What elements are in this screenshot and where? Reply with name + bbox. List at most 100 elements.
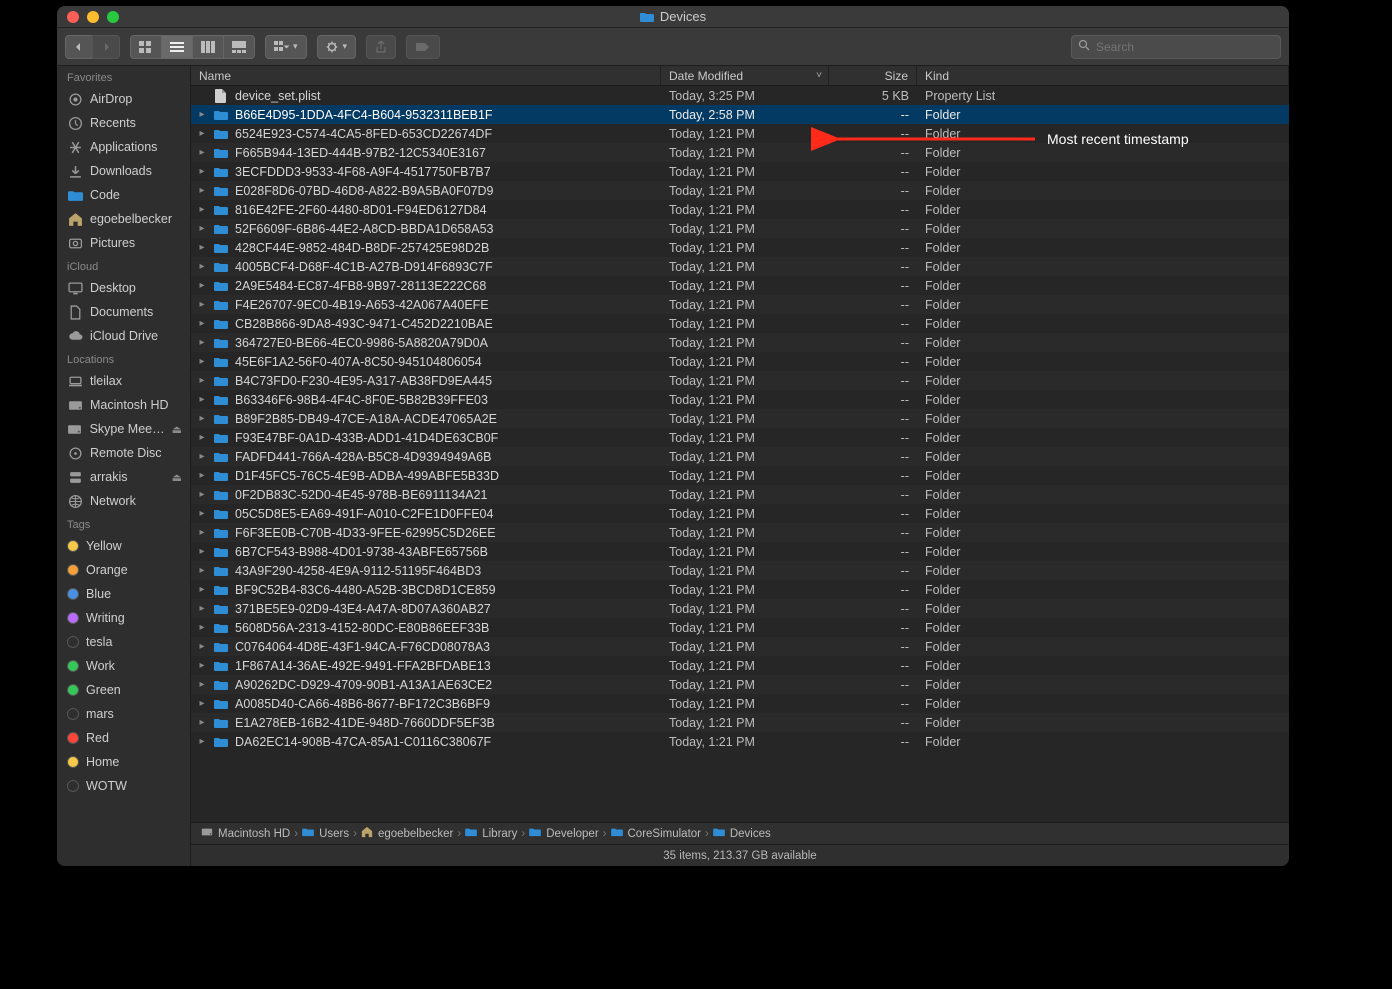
table-row[interactable]: ▸43A9F290-4258-4E9A-9112-51195F464BD3Tod…	[191, 561, 1289, 580]
sidebar-item[interactable]: AirDrop	[57, 87, 190, 111]
path-segment[interactable]: Library	[465, 827, 517, 840]
forward-button[interactable]	[92, 35, 120, 59]
sidebar-item[interactable]: Work	[57, 654, 190, 678]
col-kind[interactable]: Kind	[917, 66, 1289, 85]
table-row[interactable]: ▸6B7CF543-B988-4D01-9738-43ABFE65756BTod…	[191, 542, 1289, 561]
table-row[interactable]: ▸B66E4D95-1DDA-4FC4-B604-9532311BEB1FTod…	[191, 105, 1289, 124]
table-row[interactable]: ▸364727E0-BE66-4EC0-9986-5A8820A79D0ATod…	[191, 333, 1289, 352]
sidebar-item[interactable]: Recents	[57, 111, 190, 135]
search-field[interactable]	[1071, 35, 1281, 59]
sidebar-item[interactable]: Blue	[57, 582, 190, 606]
table-row[interactable]: ▸BF9C52B4-83C6-4480-A52B-3BCD8D1CE859Tod…	[191, 580, 1289, 599]
sidebar-item[interactable]: Network	[57, 489, 190, 513]
view-columns-button[interactable]	[192, 35, 223, 59]
path-segment[interactable]: egoebelbecker	[361, 826, 453, 841]
table-row[interactable]: ▸2A9E5484-EC87-4FB8-9B97-28113E222C68Tod…	[191, 276, 1289, 295]
sidebar-item[interactable]: arrakis⏏	[57, 465, 190, 489]
disclosure-triangle-icon[interactable]: ▸	[197, 736, 207, 747]
table-row[interactable]: ▸F4E26707-9EC0-4B19-A653-42A067A40EFETod…	[191, 295, 1289, 314]
table-row[interactable]: ▸DA62EC14-908B-47CA-85A1-C0116C38067FTod…	[191, 732, 1289, 751]
eject-icon[interactable]: ⏏	[172, 471, 182, 484]
disclosure-triangle-icon[interactable]: ▸	[197, 546, 207, 557]
table-row[interactable]: device_set.plistToday, 3:25 PM5 KBProper…	[191, 86, 1289, 105]
sidebar-item[interactable]: Pictures	[57, 231, 190, 255]
table-row[interactable]: ▸E1A278EB-16B2-41DE-948D-7660DDF5EF3BTod…	[191, 713, 1289, 732]
table-row[interactable]: ▸B89F2B85-DB49-47CE-A18A-ACDE47065A2ETod…	[191, 409, 1289, 428]
path-segment[interactable]: Developer	[529, 827, 598, 840]
disclosure-triangle-icon[interactable]: ▸	[197, 698, 207, 709]
disclosure-triangle-icon[interactable]: ▸	[197, 660, 207, 671]
table-row[interactable]: ▸52F6609F-6B86-44E2-A8CD-BBDA1D658A53Tod…	[191, 219, 1289, 238]
table-row[interactable]: ▸5608D56A-2313-4152-80DC-E80B86EEF33BTod…	[191, 618, 1289, 637]
table-row[interactable]: ▸A0085D40-CA66-48B6-8677-BF172C3B6BF9Tod…	[191, 694, 1289, 713]
sidebar-item[interactable]: Desktop	[57, 276, 190, 300]
disclosure-triangle-icon[interactable]: ▸	[197, 451, 207, 462]
table-row[interactable]: ▸428CF44E-9852-484D-B8DF-257425E98D2BTod…	[191, 238, 1289, 257]
disclosure-triangle-icon[interactable]: ▸	[197, 470, 207, 481]
disclosure-triangle-icon[interactable]: ▸	[197, 223, 207, 234]
disclosure-triangle-icon[interactable]: ▸	[197, 489, 207, 500]
disclosure-triangle-icon[interactable]: ▸	[197, 432, 207, 443]
view-list-button[interactable]	[161, 35, 192, 59]
sidebar-item[interactable]: iCloud Drive	[57, 324, 190, 348]
disclosure-triangle-icon[interactable]: ▸	[197, 109, 207, 120]
sidebar-item[interactable]: Remote Disc	[57, 441, 190, 465]
disclosure-triangle-icon[interactable]: ▸	[197, 679, 207, 690]
sidebar-item[interactable]: Green	[57, 678, 190, 702]
path-segment[interactable]: Macintosh HD	[201, 826, 290, 841]
table-row[interactable]: ▸4005BCF4-D68F-4C1B-A27B-D914F6893C7FTod…	[191, 257, 1289, 276]
view-icon-button[interactable]	[130, 35, 161, 59]
disclosure-triangle-icon[interactable]: ▸	[197, 603, 207, 614]
sidebar-item[interactable]: Yellow	[57, 534, 190, 558]
table-row[interactable]: ▸816E42FE-2F60-4480-8D01-F94ED6127D84Tod…	[191, 200, 1289, 219]
col-date-modified[interactable]: Date Modified˅	[661, 66, 829, 85]
disclosure-triangle-icon[interactable]: ▸	[197, 204, 207, 215]
path-segment[interactable]: Devices	[713, 827, 771, 840]
disclosure-triangle-icon[interactable]: ▸	[197, 185, 207, 196]
disclosure-triangle-icon[interactable]: ▸	[197, 147, 207, 158]
table-row[interactable]: ▸E028F8D6-07BD-46D8-A822-B9A5BA0F07D9Tod…	[191, 181, 1289, 200]
disclosure-triangle-icon[interactable]: ▸	[197, 717, 207, 728]
disclosure-triangle-icon[interactable]: ▸	[197, 622, 207, 633]
table-row[interactable]: ▸1F867A14-36AE-492E-9491-FFA2BFDABE13Tod…	[191, 656, 1289, 675]
sidebar-item[interactable]: egoebelbecker	[57, 207, 190, 231]
sidebar-item[interactable]: WOTW	[57, 774, 190, 798]
disclosure-triangle-icon[interactable]: ▸	[197, 128, 207, 139]
maximize-button[interactable]	[107, 11, 119, 23]
back-button[interactable]	[65, 35, 92, 59]
sidebar-item[interactable]: Red	[57, 726, 190, 750]
table-row[interactable]: ▸F93E47BF-0A1D-433B-ADD1-41D4DE63CB0FTod…	[191, 428, 1289, 447]
share-button[interactable]	[366, 35, 396, 59]
minimize-button[interactable]	[87, 11, 99, 23]
tags-button[interactable]	[406, 35, 440, 59]
disclosure-triangle-icon[interactable]: ▸	[197, 280, 207, 291]
sidebar-item[interactable]: tesla	[57, 630, 190, 654]
search-input[interactable]	[1096, 40, 1274, 54]
sidebar-item[interactable]: Code	[57, 183, 190, 207]
disclosure-triangle-icon[interactable]: ▸	[197, 413, 207, 424]
table-row[interactable]: ▸371BE5E9-02D9-43E4-A47A-8D07A360AB27Tod…	[191, 599, 1289, 618]
table-row[interactable]: ▸3ECFDDD3-9533-4F68-A9F4-4517750FB7B7Tod…	[191, 162, 1289, 181]
disclosure-triangle-icon[interactable]: ▸	[197, 318, 207, 329]
eject-icon[interactable]: ⏏	[172, 423, 182, 436]
table-row[interactable]: ▸F6F3EE0B-C70B-4D33-9FEE-62995C5D26EETod…	[191, 523, 1289, 542]
col-size[interactable]: Size	[829, 66, 917, 85]
disclosure-triangle-icon[interactable]: ▸	[197, 299, 207, 310]
table-row[interactable]: ▸FADFD441-766A-428A-B5C8-4D9394949A6BTod…	[191, 447, 1289, 466]
disclosure-triangle-icon[interactable]: ▸	[197, 527, 207, 538]
disclosure-triangle-icon[interactable]: ▸	[197, 565, 207, 576]
sidebar-item[interactable]: tleilax	[57, 369, 190, 393]
disclosure-triangle-icon[interactable]: ▸	[197, 242, 207, 253]
disclosure-triangle-icon[interactable]: ▸	[197, 584, 207, 595]
disclosure-triangle-icon[interactable]: ▸	[197, 337, 207, 348]
table-row[interactable]: ▸D1F45FC5-76C5-4E9B-ADBA-499ABFE5B33DTod…	[191, 466, 1289, 485]
close-button[interactable]	[67, 11, 79, 23]
sidebar-item[interactable]: Writing	[57, 606, 190, 630]
sidebar-item[interactable]: Skype Mee…⏏	[57, 417, 190, 441]
table-row[interactable]: ▸C0764064-4D8E-43F1-94CA-F76CD08078A3Tod…	[191, 637, 1289, 656]
col-name[interactable]: Name	[191, 66, 661, 85]
table-row[interactable]: ▸A90262DC-D929-4709-90B1-A13A1AE63CE2Tod…	[191, 675, 1289, 694]
table-row[interactable]: ▸05C5D8E5-EA69-491F-A010-C2FE1D0FFE04Tod…	[191, 504, 1289, 523]
table-row[interactable]: ▸B4C73FD0-F230-4E95-A317-AB38FD9EA445Tod…	[191, 371, 1289, 390]
path-segment[interactable]: CoreSimulator	[611, 827, 702, 840]
